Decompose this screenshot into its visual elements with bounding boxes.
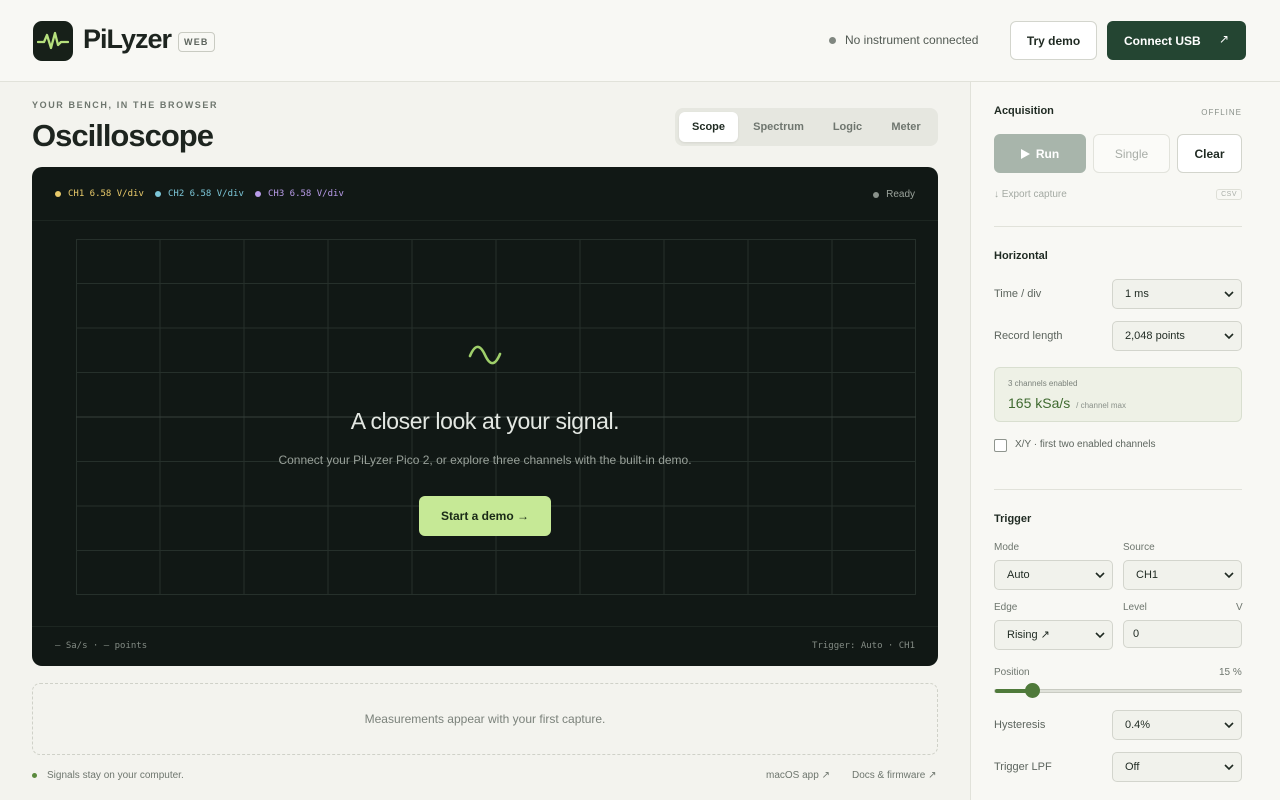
hysteresis-value: 0.4% — [1125, 719, 1151, 731]
control-panel: Acquisition OFFLINE Run Single Clear ↓ E… — [970, 82, 1280, 800]
trigger-source-select[interactable]: CH1 — [1123, 560, 1242, 590]
tab-meter[interactable]: Meter — [880, 112, 932, 142]
xy-mode-checkbox[interactable] — [994, 439, 1007, 452]
sample-info: — Sa/s · — points — [55, 641, 148, 651]
sine-wave-icon — [468, 345, 502, 365]
trigger-position-value: 15 % — [1219, 667, 1242, 678]
sample-rate-box: 3 channels enabled 165 kSa/s / channel m… — [994, 367, 1242, 422]
chevron-down-icon — [1095, 572, 1105, 579]
external-arrow-icon: ↗ — [1218, 32, 1229, 46]
trigger-mode-select[interactable]: Auto — [994, 560, 1113, 590]
privacy-note-text: Signals stay on your computer. — [47, 770, 184, 781]
measurements-placeholder: Measurements appear with your first capt… — [32, 683, 938, 755]
clear-button[interactable]: Clear — [1177, 134, 1242, 173]
record-length-select[interactable]: 2,048 points — [1112, 321, 1242, 351]
app-header: PiLyzer WEB No instrument connected Try … — [0, 0, 1280, 82]
macos-app-link[interactable]: macOS app ↗ — [766, 770, 830, 781]
page-title: Oscilloscope — [32, 118, 214, 153]
trigger-level-label: Level — [1123, 602, 1147, 613]
tab-scope[interactable]: Scope — [679, 112, 738, 142]
connection-status: No instrument connected — [829, 33, 978, 47]
tab-spectrum[interactable]: Spectrum — [742, 112, 815, 142]
status-dot-icon — [829, 36, 836, 44]
connect-usb-button[interactable]: Connect USB ↗ — [1107, 21, 1246, 60]
chevron-down-icon — [1224, 764, 1234, 771]
sample-rate: 165 kSa/s / channel max — [1008, 395, 1126, 411]
trigger-heading: Trigger — [994, 513, 1032, 525]
acquisition-heading: Acquisition — [994, 105, 1054, 117]
slider-thumb[interactable] — [1024, 683, 1040, 698]
chevron-down-icon — [1095, 632, 1105, 639]
record-length-value: 2,048 points — [1125, 330, 1185, 342]
scope-footer: — Sa/s · — points Trigger: Auto · CH1 — [32, 626, 938, 666]
record-length-label: Record length — [994, 330, 1063, 342]
run-button[interactable]: Run — [994, 134, 1086, 173]
hysteresis-select[interactable]: 0.4% — [1112, 710, 1242, 740]
run-label: Run — [1035, 146, 1060, 161]
xy-mode-label: X/Y · first two enabled channels — [1015, 439, 1156, 450]
play-icon — [1020, 148, 1030, 159]
trigger-source-value: CH1 — [1136, 569, 1159, 581]
trigger-edge-label: Edge — [994, 602, 1018, 613]
trigger-edge-value: Rising ↗ — [1007, 629, 1050, 641]
empty-state-overlay: A closer look at your signal. Connect yo… — [32, 167, 938, 666]
trigger-mode-label: Mode — [994, 542, 1020, 553]
trigger-lpf-label: Trigger LPF — [994, 761, 1052, 773]
section-divider — [994, 226, 1242, 227]
chevron-down-icon — [1224, 333, 1234, 340]
web-badge: WEB — [178, 32, 215, 52]
trigger-position-label: Position — [994, 667, 1030, 678]
app-name: PiLyzer — [83, 24, 172, 54]
docs-firmware-link[interactable]: Docs & firmware ↗ — [852, 770, 937, 781]
start-demo-button[interactable]: Start a demo → — [419, 496, 551, 536]
hysteresis-label: Hysteresis — [994, 719, 1046, 731]
privacy-dot-icon — [32, 773, 37, 778]
page-eyebrow: YOUR BENCH, IN THE BROWSER — [32, 100, 219, 110]
horizontal-heading: Horizontal — [994, 250, 1048, 262]
trigger-level-unit: V — [1236, 602, 1243, 613]
trigger-lpf-value: Off — [1125, 761, 1140, 773]
connect-usb-label: Connect USB — [1124, 33, 1201, 48]
export-capture-button[interactable]: ↓ Export capture — [994, 189, 1067, 200]
chevron-down-icon — [1224, 572, 1234, 579]
sample-rate-note: / channel max — [1076, 401, 1126, 410]
chevron-down-icon — [1224, 722, 1234, 729]
acquisition-status: OFFLINE — [1201, 108, 1242, 117]
tab-logic[interactable]: Logic — [820, 112, 875, 142]
trigger-level-input[interactable]: 0 — [1123, 620, 1242, 648]
scope-display: CH1 6.58 V/div CH2 6.58 V/div CH3 6.58 V… — [32, 167, 938, 666]
chevron-down-icon — [1224, 291, 1234, 298]
trigger-info: Trigger: Auto · CH1 — [812, 641, 915, 651]
sample-rate-value: 165 kSa/s — [1008, 395, 1071, 411]
channels-enabled: 3 channels enabled — [1008, 379, 1078, 388]
empty-state-subtitle: Connect your PiLyzer Pico 2, or explore … — [278, 453, 692, 467]
connection-status-text: No instrument connected — [845, 33, 979, 47]
time-div-label: Time / div — [994, 288, 1042, 300]
trigger-position-slider[interactable] — [994, 683, 1242, 698]
pulse-logo-icon — [33, 21, 73, 61]
trigger-lpf-select[interactable]: Off — [1112, 752, 1242, 782]
time-div-value: 1 ms — [1125, 288, 1149, 300]
trigger-edge-select[interactable]: Rising ↗ — [994, 620, 1113, 650]
trigger-source-label: Source — [1123, 542, 1155, 553]
single-button[interactable]: Single — [1093, 134, 1170, 173]
section-divider — [994, 489, 1242, 490]
instrument-tabs: Scope Spectrum Logic Meter — [675, 108, 938, 146]
try-demo-button[interactable]: Try demo — [1010, 21, 1097, 60]
trigger-mode-value: Auto — [1007, 569, 1030, 581]
privacy-note: Signals stay on your computer. — [32, 770, 184, 781]
time-div-select[interactable]: 1 ms — [1112, 279, 1242, 309]
empty-state-title: A closer look at your signal. — [350, 408, 620, 434]
export-format-badge: CSV — [1216, 189, 1242, 200]
